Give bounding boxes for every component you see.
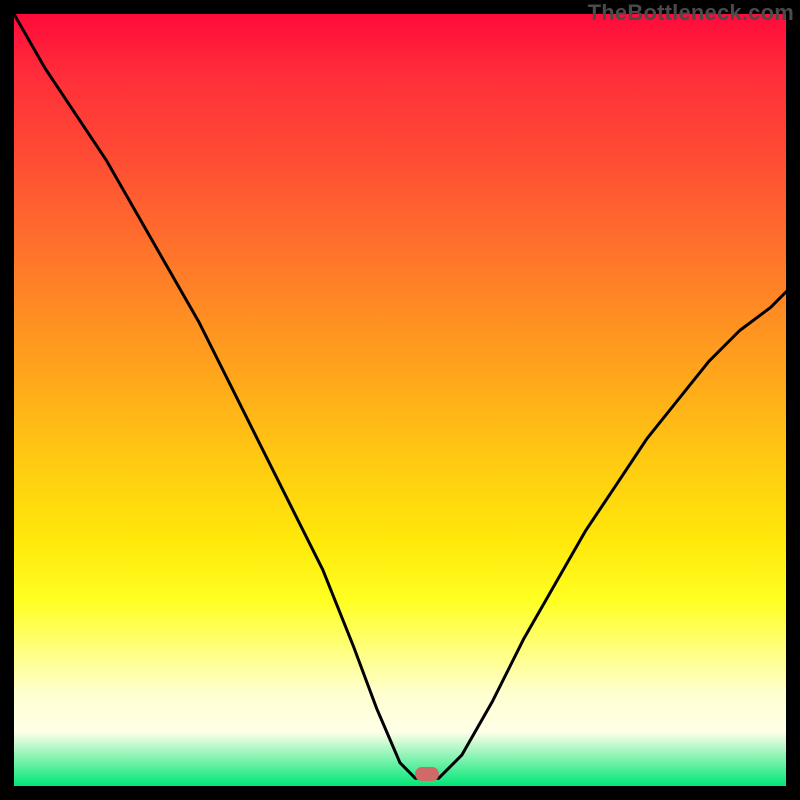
optimal-marker xyxy=(415,767,439,781)
watermark-text: TheBottleneck.com xyxy=(588,0,794,26)
gradient-background xyxy=(14,14,786,786)
chart-root: TheBottleneck.com xyxy=(0,0,800,800)
